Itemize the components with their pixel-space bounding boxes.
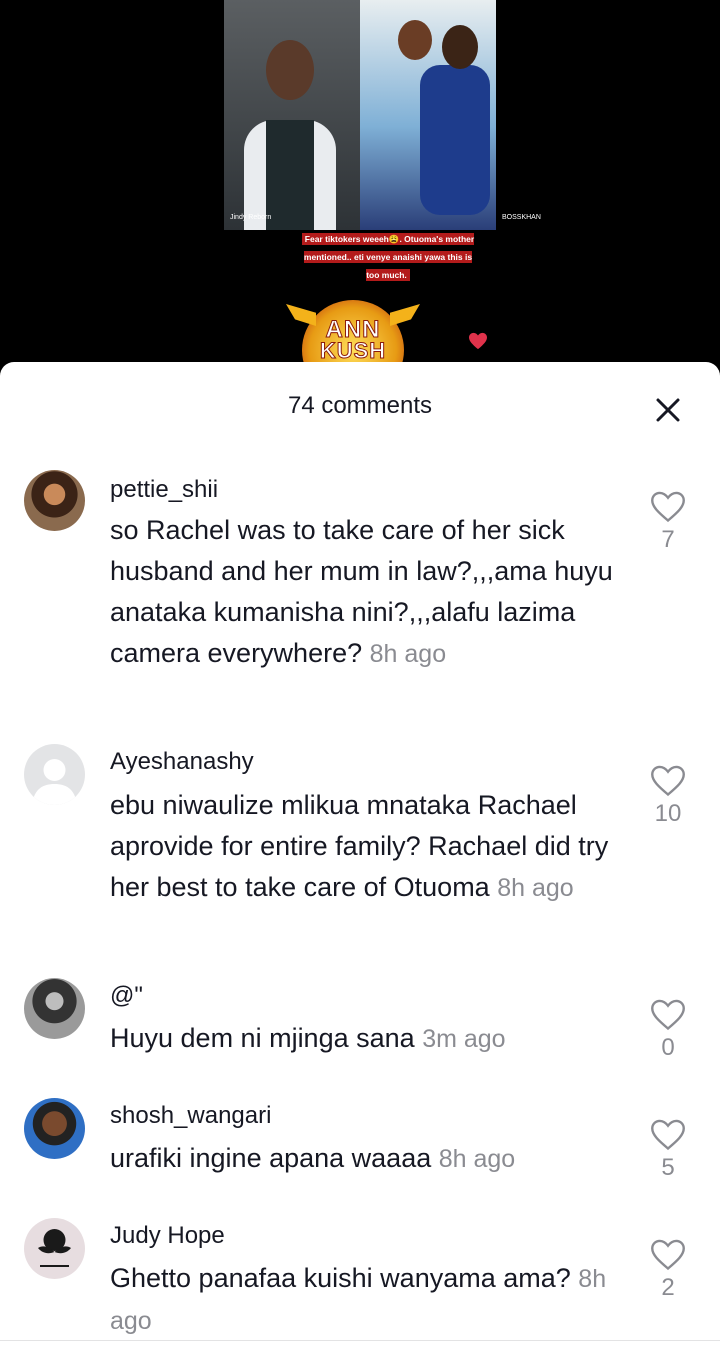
comment-time: 8h ago xyxy=(497,874,574,902)
woman-figure xyxy=(244,30,336,230)
avatar[interactable] xyxy=(24,470,85,531)
comment-text: so Rachel was to take care of her sick h… xyxy=(110,515,613,668)
comment-username[interactable]: @" xyxy=(110,982,143,1010)
avatar[interactable] xyxy=(24,1098,85,1159)
comment-time: 8h ago xyxy=(438,1145,516,1173)
video-right-panel: BOSSKHAN xyxy=(360,0,541,230)
like-button[interactable]: 0 xyxy=(648,998,688,1062)
heart-outline-icon xyxy=(651,999,685,1031)
default-avatar-icon xyxy=(32,759,77,805)
comment-time: 3m ago xyxy=(422,1025,506,1053)
video-player[interactable]: Jindy Reborn BOSSKHAN Fear tiktokers wee… xyxy=(0,0,720,400)
like-button[interactable]: 10 xyxy=(648,764,688,828)
heart-outline-icon xyxy=(651,1119,685,1151)
left-panel-tag: Jindy Reborn xyxy=(230,214,272,221)
like-count: 5 xyxy=(661,1154,675,1181)
close-icon[interactable] xyxy=(650,392,686,428)
avatar[interactable] xyxy=(24,978,85,1039)
comment-text: Ghetto panafaa kuishi wanyama ama? 8h ag… xyxy=(110,1263,607,1335)
avatar[interactable] xyxy=(24,1218,85,1279)
like-button[interactable]: 7 xyxy=(648,490,688,554)
heart-outline-icon xyxy=(651,1239,685,1271)
divider xyxy=(0,1340,720,1341)
like-count: 7 xyxy=(661,526,675,553)
right-panel-tag: BOSSKHAN xyxy=(502,214,541,221)
avatar[interactable] xyxy=(24,744,85,805)
comment-username[interactable]: Ayeshanashy xyxy=(110,748,254,776)
like-count: 0 xyxy=(661,1034,675,1061)
comment-text: Huyu dem ni mjinga sana 3m ago xyxy=(110,1023,506,1053)
comment-username[interactable]: shosh_wangari xyxy=(110,1102,271,1130)
heart-icon xyxy=(469,332,487,350)
like-button[interactable]: 5 xyxy=(648,1118,688,1182)
ann-kush-logo: ANN KUSH xyxy=(286,296,420,400)
comment-time: 8h ago xyxy=(369,640,447,668)
like-count: 10 xyxy=(654,800,682,827)
rose-logo-icon xyxy=(38,1229,71,1267)
comment-username[interactable]: pettie_shii xyxy=(110,476,218,504)
video-caption: Fear tiktokers weeeh😩. Otuoma's mother m… xyxy=(297,229,479,283)
comments-count-title: 74 comments xyxy=(287,392,433,419)
like-count: 2 xyxy=(661,1274,675,1301)
comment-username[interactable]: Judy Hope xyxy=(110,1222,225,1250)
video-left-panel: Jindy Reborn xyxy=(224,0,360,230)
comment-text: ebu niwaulize mlikua mnataka Rachael apr… xyxy=(110,790,609,902)
comment-text: urafiki ingine apana waaaa 8h ago xyxy=(110,1143,516,1173)
heart-outline-icon xyxy=(651,491,685,523)
heart-outline-icon xyxy=(651,765,685,797)
video-frame: Jindy Reborn BOSSKHAN xyxy=(224,0,541,230)
couple-figure xyxy=(380,20,490,220)
like-button[interactable]: 2 xyxy=(648,1238,688,1302)
